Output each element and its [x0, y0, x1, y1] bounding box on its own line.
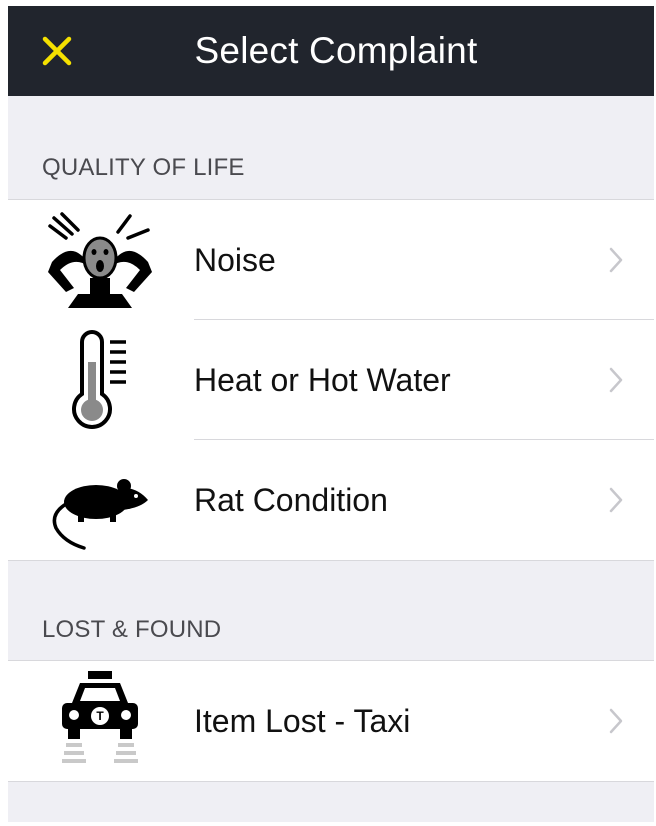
thermometer-icon — [44, 328, 156, 432]
close-button[interactable] — [34, 28, 80, 74]
rat-icon — [44, 448, 156, 552]
complaint-item-heat-or-hot-water[interactable]: Heat or Hot Water — [8, 320, 654, 440]
complaint-item-noise[interactable]: Noise — [8, 200, 654, 320]
chevron-right-icon — [609, 487, 623, 513]
noise-icon — [44, 208, 156, 312]
complaint-item-rat-condition[interactable]: Rat Condition — [8, 440, 654, 560]
complaint-item-label: Heat or Hot Water — [194, 362, 451, 398]
complaint-item-item-lost-taxi[interactable]: T Item Lost - Taxi — [8, 661, 654, 781]
page-title: Select Complaint — [194, 30, 478, 71]
close-x-icon — [42, 36, 72, 66]
navigation-bar: Select Complaint — [8, 6, 654, 96]
svg-text:T: T — [96, 709, 104, 723]
complaint-item-label: Noise — [194, 242, 276, 278]
complaint-group-quality-of-life: Noise Heat or Hot Water Rat Condition — [8, 199, 654, 561]
section-header-lost-and-found: LOST & FOUND — [42, 616, 222, 643]
complaint-group-lost-and-found: T Item Lost - Taxi — [8, 660, 654, 782]
complaint-item-label: Rat Condition — [194, 482, 388, 518]
chevron-right-icon — [609, 708, 623, 734]
complaint-screen: Select Complaint QUALITY OF LIFE Noise H… — [8, 6, 654, 822]
complaint-item-label: Item Lost - Taxi — [194, 703, 411, 739]
taxi-icon: T — [44, 669, 156, 773]
section-header-quality-of-life: QUALITY OF LIFE — [42, 154, 245, 181]
chevron-right-icon — [609, 367, 623, 393]
chevron-right-icon — [609, 247, 623, 273]
